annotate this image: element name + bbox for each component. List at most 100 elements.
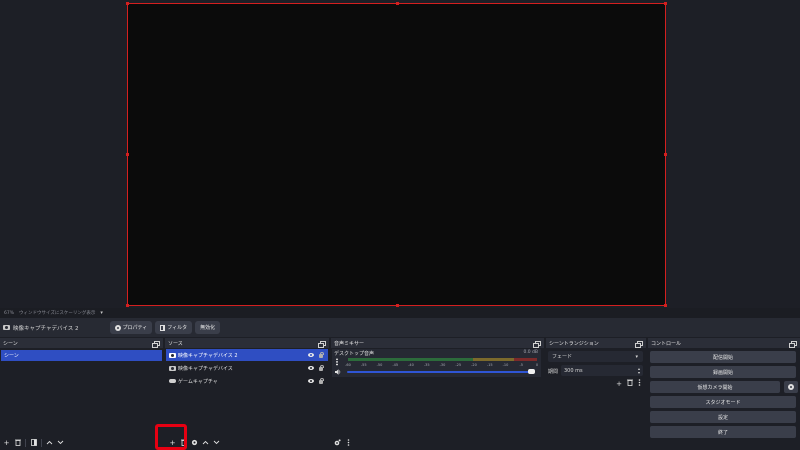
sources-dock: ソース 映像キャプチャデバイス 2 映像キャプチャデバイス ゲームキャプチャ + <box>165 338 329 450</box>
chevron-down-icon: ▾ <box>635 353 638 360</box>
resize-handle-top-left[interactable] <box>126 2 129 5</box>
source-item[interactable]: 映像キャプチャデバイス <box>166 362 328 374</box>
camera-icon <box>3 325 10 330</box>
undock-icon[interactable] <box>318 340 326 348</box>
scene-filters-button[interactable] <box>29 438 38 448</box>
resize-handle-left[interactable] <box>126 153 129 156</box>
deactivate-button-label: 無効化 <box>200 325 216 331</box>
remove-transition-button[interactable] <box>627 379 633 388</box>
move-scene-down-button[interactable] <box>56 439 65 448</box>
gear-icon <box>114 324 121 331</box>
visibility-eye-icon[interactable] <box>308 366 314 370</box>
lock-icon[interactable] <box>319 364 324 371</box>
start-recording-button[interactable]: 録画開始 <box>650 366 796 378</box>
source-item[interactable]: 映像キャプチャデバイス 2 <box>166 349 328 361</box>
dropdown-triangle-icon[interactable]: ▾ <box>100 310 103 316</box>
gear-icon <box>334 438 341 445</box>
spinner-arrows-icon[interactable]: ▴ ▾ <box>638 366 640 375</box>
advanced-audio-button[interactable] <box>333 438 342 448</box>
undock-icon[interactable] <box>789 340 797 348</box>
start-virtual-camera-button[interactable]: 仮想カメラ開始 <box>650 381 780 393</box>
audio-mixer-dock-header: 音声ミキサー <box>331 338 544 348</box>
filter-icon <box>160 324 166 331</box>
resize-handle-bottom-right[interactable] <box>664 304 667 307</box>
camera-icon <box>169 365 176 371</box>
studio-mode-button[interactable]: スタジオモード <box>650 396 796 408</box>
source-item-label: 映像キャプチャデバイス <box>178 365 233 372</box>
add-transition-button[interactable]: + <box>616 380 622 388</box>
resize-handle-top-right[interactable] <box>664 2 667 5</box>
audio-channel-name: デスクトップ音声 <box>334 351 375 357</box>
move-scene-up-button[interactable] <box>45 439 54 448</box>
volume-slider-knob[interactable] <box>528 369 535 374</box>
volume-slider[interactable] <box>347 371 531 373</box>
gamepad-icon <box>169 379 176 383</box>
duration-input[interactable]: 300 ms ▴ ▾ <box>561 365 643 376</box>
meter-ticks: -60 -55 -50 -45 -40 -35 -30 -25 -20 -15 -10 -5 0 <box>345 363 538 368</box>
source-item-label: 映像キャプチャデバイス 2 <box>178 352 238 359</box>
virtual-camera-settings-button[interactable] <box>784 381 798 393</box>
resize-handle-bottom-left[interactable] <box>126 304 129 307</box>
chevron-down-icon <box>57 440 64 444</box>
resize-handle-right[interactable] <box>664 153 667 156</box>
channel-menu-icon[interactable] <box>336 358 338 366</box>
filters-button[interactable]: フィルタ <box>155 321 193 334</box>
meter-tick-label: -35 <box>423 363 430 367</box>
start-streaming-button[interactable]: 配信開始 <box>650 351 796 363</box>
resize-handle-top[interactable] <box>396 2 399 5</box>
transition-menu-button[interactable] <box>638 379 641 388</box>
audio-mixer-dock-title: 音声ミキサー <box>334 340 365 347</box>
audio-mixer-empty <box>331 377 544 436</box>
undock-icon[interactable] <box>152 340 160 348</box>
audio-channel-db: 0.0 dB <box>523 350 538 355</box>
exit-button[interactable]: 終了 <box>650 426 796 438</box>
undock-icon[interactable] <box>533 340 541 348</box>
transitions-dock-title: シーントランジション <box>549 340 599 347</box>
gear-icon <box>788 384 794 390</box>
trash-icon <box>14 439 21 446</box>
audio-channel: デスクトップ音声 0.0 dB -60 -55 -50 -45 -40 -35 -30 -25… <box>332 349 541 377</box>
transition-select[interactable]: フェード ▾ <box>548 351 643 362</box>
move-source-up-button[interactable] <box>201 439 210 448</box>
lock-icon[interactable] <box>319 377 324 384</box>
undock-icon[interactable] <box>635 340 643 348</box>
zoom-level: 67% <box>4 310 15 316</box>
remove-scene-button[interactable] <box>13 439 22 448</box>
lock-icon[interactable] <box>319 351 324 358</box>
selected-source-name: 映像キャプチャデバイス 2 <box>13 325 79 332</box>
audio-menu-button[interactable] <box>344 438 353 448</box>
start-streaming-label: 配信開始 <box>712 354 733 361</box>
move-source-down-button[interactable] <box>212 439 221 448</box>
settings-button[interactable]: 設定 <box>650 411 796 423</box>
toolbar-separator <box>41 439 42 447</box>
speaker-icon[interactable] <box>335 369 341 375</box>
camera-icon <box>169 352 176 358</box>
preview-canvas[interactable] <box>126 2 667 307</box>
toolbar-separator <box>25 439 26 447</box>
source-properties-button[interactable] <box>190 439 199 448</box>
source-toolbar: 映像キャプチャデバイス 2 プロパティ フィルタ 無効化 <box>0 318 800 337</box>
gear-icon <box>191 439 198 445</box>
scenes-dock-footer: + <box>0 436 163 450</box>
sources-dock-header: ソース <box>165 338 329 348</box>
controls-dock-title: コントロール <box>651 340 682 347</box>
sources-list: 映像キャプチャデバイス 2 映像キャプチャデバイス ゲームキャプチャ <box>165 348 329 436</box>
resize-handle-bottom[interactable] <box>396 304 399 307</box>
source-item-label: ゲームキャプチャ <box>178 378 218 385</box>
meter-tick-label: -5 <box>519 363 524 367</box>
visibility-eye-icon[interactable] <box>308 353 314 357</box>
duration-label: 期間 <box>548 369 559 375</box>
scene-item[interactable]: シーン <box>1 350 162 361</box>
transition-buttons: + <box>616 379 641 388</box>
sources-dock-footer: + <box>165 436 329 450</box>
meter-tick-label: -25 <box>455 363 462 367</box>
scale-mode-label[interactable]: ウィンドウサイズにスケーリング表示 <box>19 310 95 316</box>
start-virtual-camera-label: 仮想カメラ開始 <box>697 384 733 391</box>
add-scene-button[interactable]: + <box>2 439 11 448</box>
source-item[interactable]: ゲームキャプチャ <box>166 375 328 387</box>
deactivate-button[interactable]: 無効化 <box>195 321 221 334</box>
properties-button[interactable]: プロパティ <box>109 321 153 334</box>
chevron-up-icon <box>202 440 209 444</box>
filters-button-label: フィルタ <box>167 325 188 331</box>
visibility-eye-icon[interactable] <box>308 379 314 383</box>
